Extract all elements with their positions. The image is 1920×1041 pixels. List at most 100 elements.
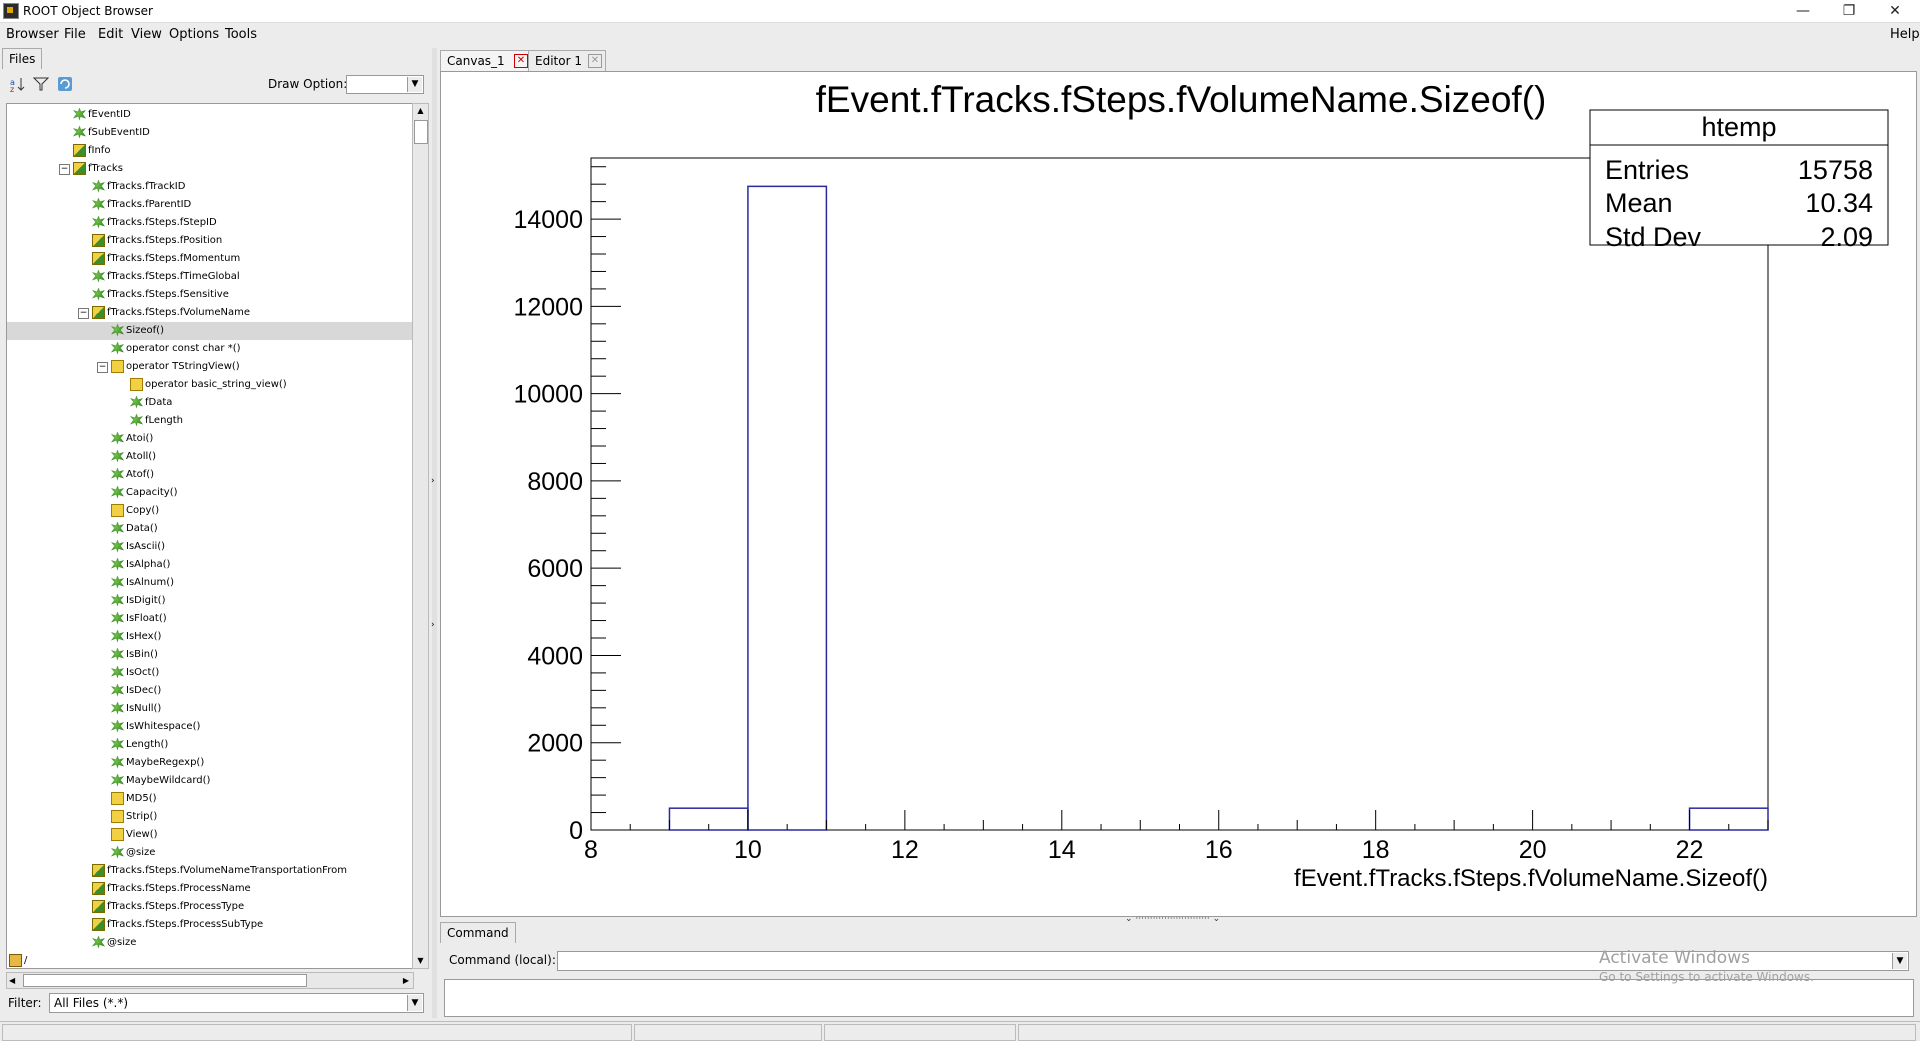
tree-item[interactable]: IsDec() (111, 682, 161, 700)
tree-item[interactable]: fTracks.fSteps.fStepID (92, 214, 217, 232)
leaf-icon (111, 575, 124, 589)
menu-file[interactable]: File (64, 27, 86, 42)
menu-browser[interactable]: Browser (6, 27, 59, 42)
tree-item-label: IsHex() (126, 631, 162, 642)
tree-item[interactable]: Capacity() (111, 484, 178, 502)
tree-item[interactable]: fTracks.fSteps.fProcessType (92, 898, 244, 916)
tree-item[interactable]: fInfo (73, 142, 110, 160)
tree-item[interactable]: MD5() (111, 790, 157, 808)
tree-item[interactable]: Atoi() (111, 430, 153, 448)
tree-item[interactable]: IsAlnum() (111, 574, 174, 592)
filter-value: All Files (*.*) (54, 996, 129, 1010)
restore-button[interactable]: ❐ (1826, 0, 1872, 22)
tree-item[interactable]: MaybeRegexp() (111, 754, 204, 772)
tree-item[interactable]: fData (130, 394, 172, 412)
close-icon[interactable]: ✕ (514, 54, 528, 68)
tree-item[interactable]: operator TStringView() (111, 358, 240, 376)
tree-item[interactable]: fSubEventID (73, 124, 150, 142)
tree-item[interactable]: operator const char *() (111, 340, 241, 358)
tree-item[interactable]: / (9, 952, 27, 968)
tree-item[interactable]: Length() (111, 736, 168, 754)
tree-item[interactable]: fTracks.fSteps.fMomentum (92, 250, 240, 268)
tab-editor-1[interactable]: Editor 1 ✕ (528, 50, 606, 71)
hscrollbar-thumb[interactable] (23, 974, 307, 987)
tree-item[interactable]: fTracks.fSteps.fVolumeNameTransportation… (92, 862, 347, 880)
tree-item-label: Atoll() (126, 451, 157, 462)
tree-item[interactable]: @size (111, 844, 155, 862)
tree-item[interactable]: IsNull() (111, 700, 161, 718)
filter-icon[interactable] (32, 76, 50, 92)
tree-item[interactable]: fTracks.fSteps.fVolumeName (92, 304, 250, 322)
leaf-icon (92, 287, 105, 301)
draw-option-select[interactable]: ▼ (346, 75, 424, 94)
tree-item[interactable]: operator basic_string_view() (130, 376, 287, 394)
tree-horizontal-scrollbar[interactable]: ◀ ▶ (6, 972, 414, 989)
scroll-up-icon[interactable]: ▲ (413, 104, 428, 118)
tree-item[interactable]: IsFloat() (111, 610, 167, 628)
chevron-down-icon[interactable]: ▼ (1892, 953, 1907, 969)
tree-item[interactable]: fTracks.fSteps.fSensitive (92, 286, 229, 304)
scroll-right-icon[interactable]: ▶ (403, 973, 409, 988)
tree-item[interactable]: IsBin() (111, 646, 158, 664)
close-button[interactable]: ✕ (1872, 0, 1918, 22)
chevron-down-icon[interactable]: ▼ (407, 995, 422, 1011)
command-output (444, 979, 1914, 1017)
tree-item[interactable]: IsDigit() (111, 592, 166, 610)
close-icon[interactable]: ✕ (588, 54, 602, 68)
tab-canvas-1[interactable]: Canvas_1 ✕ (440, 50, 532, 71)
canvas-1[interactable]: fEvent.fTracks.fSteps.fVolumeName.Sizeof… (440, 71, 1917, 917)
tree-item[interactable]: View() (111, 826, 158, 844)
tree-item[interactable]: fTracks.fSteps.fProcessSubType (92, 916, 263, 934)
tree-item[interactable]: Atoll() (111, 448, 156, 466)
vertical-splitter[interactable]: › › (431, 48, 437, 1018)
tree-item[interactable]: IsAlpha() (111, 556, 170, 574)
collapse-arrow-icon[interactable]: › (431, 476, 435, 486)
scroll-down-icon[interactable]: ▼ (413, 954, 428, 968)
splitter-handle-icon[interactable]: ⌄ ·························· ⌄ (1125, 914, 1220, 924)
scroll-left-icon[interactable]: ◀ (9, 973, 15, 988)
tree-item[interactable]: Sizeof() (7, 322, 413, 340)
tree-item[interactable]: MaybeWildcard() (111, 772, 210, 790)
tree-item[interactable]: fTracks.fParentID (92, 196, 191, 214)
collapse-icon[interactable]: − (97, 362, 108, 373)
tree-item[interactable]: IsAscii() (111, 538, 165, 556)
tree-vertical-scrollbar[interactable]: ▲ ▼ (412, 103, 429, 969)
filter-label: Filter: (8, 996, 42, 1010)
chevron-down-icon[interactable]: ▼ (407, 77, 422, 92)
menu-edit[interactable]: Edit (98, 27, 123, 42)
tree-item[interactable]: IsHex() (111, 628, 161, 646)
tree-item-label: fTracks.fParentID (107, 199, 192, 210)
tree-item[interactable]: fTracks (73, 160, 123, 178)
filter-select[interactable]: All Files (*.*) ▼ (49, 993, 424, 1013)
menu-options[interactable]: Options (169, 27, 219, 42)
tab-command[interactable]: Command (440, 922, 516, 943)
tree-item[interactable]: fEventID (73, 106, 131, 124)
method-icon (111, 503, 124, 517)
tree-item[interactable]: Atof() (111, 466, 154, 484)
tree-item[interactable]: @size (92, 934, 136, 952)
tree-item[interactable]: IsOct() (111, 664, 159, 682)
menu-view[interactable]: View (131, 27, 162, 42)
collapse-icon[interactable]: − (78, 308, 89, 319)
collapse-arrow-icon[interactable]: › (431, 620, 435, 630)
refresh-icon[interactable] (57, 76, 73, 92)
tree-item[interactable]: Copy() (111, 502, 159, 520)
stats-mean-value: 10.34 (1805, 188, 1873, 218)
menu-help[interactable]: Help (1890, 27, 1920, 42)
tree-item[interactable]: Strip() (111, 808, 157, 826)
x-tick-label: 8 (584, 836, 598, 864)
scrollbar-thumb[interactable] (414, 120, 428, 144)
tree-item[interactable]: IsWhitespace() (111, 718, 200, 736)
minimize-button[interactable]: — (1780, 0, 1826, 22)
collapse-icon[interactable]: − (59, 164, 70, 175)
tree-item[interactable]: fTracks.fSteps.fPosition (92, 232, 222, 250)
tree-item[interactable]: fLength (130, 412, 183, 430)
tree-item[interactable]: fTracks.fSteps.fProcessName (92, 880, 251, 898)
sort-icon[interactable]: az (10, 76, 26, 94)
menu-tools[interactable]: Tools (225, 27, 257, 42)
histogram-plot[interactable]: fEvent.fTracks.fSteps.fVolumeName.Sizeof… (441, 72, 1916, 916)
tab-files[interactable]: Files (2, 48, 43, 69)
tree-item[interactable]: fTracks.fTrackID (92, 178, 185, 196)
tree-item[interactable]: fTracks.fSteps.fTimeGlobal (92, 268, 240, 286)
tree-item[interactable]: Data() (111, 520, 158, 538)
